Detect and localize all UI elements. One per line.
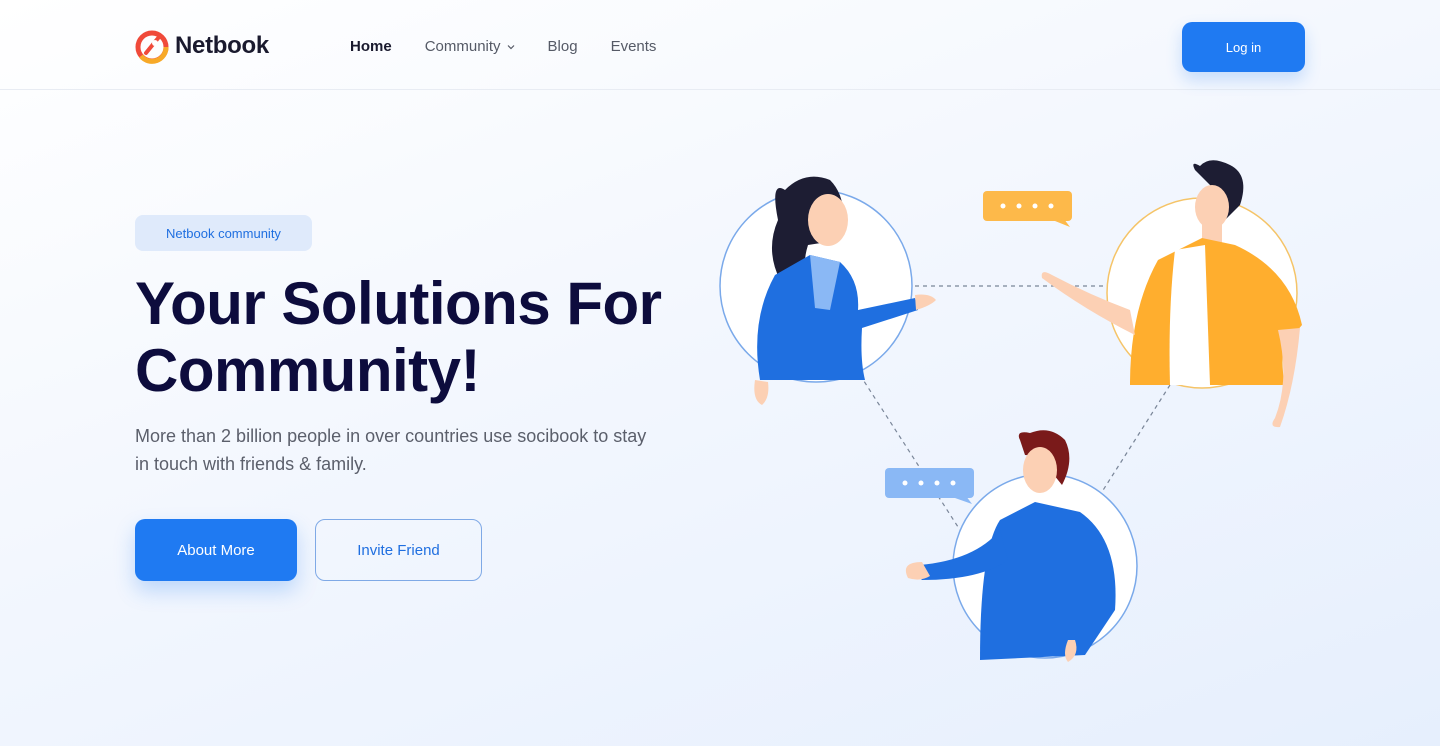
nav-home[interactable]: Home [350,38,392,55]
chat-bubble-icon [885,468,974,504]
nav-community[interactable]: Community [425,38,515,55]
chat-bubble-icon [983,191,1072,227]
nav-blog[interactable]: Blog [548,38,578,55]
main-nav: Home Community Blog Events [350,38,656,55]
chevron-down-icon [507,44,514,49]
man-yellow-avatar [1041,160,1302,428]
hero-title: Your Solutions For Community! [135,270,695,404]
invite-friend-button[interactable]: Invite Friend [315,519,482,581]
site-header: Netbook Home Community Blog Events Log i… [0,0,1440,90]
nav-events[interactable]: Events [611,38,657,55]
about-more-button[interactable]: About More [135,519,297,581]
logo-icon [135,30,169,64]
hero-subtitle: More than 2 billion people in over count… [135,426,647,474]
hero-title-line-1: Your Solutions For [135,270,662,337]
brand-name: Netbook [175,32,269,59]
man-blue-avatar [905,430,1138,662]
login-button[interactable]: Log in [1182,22,1305,72]
brand-logo[interactable]: Netbook [135,28,269,64]
community-badge: Netbook community [135,215,312,251]
nav-community-label: Community [424,38,501,55]
hero-title-line-2: Community! [135,337,480,404]
woman-avatar [719,176,936,405]
community-illustration [719,160,1302,662]
